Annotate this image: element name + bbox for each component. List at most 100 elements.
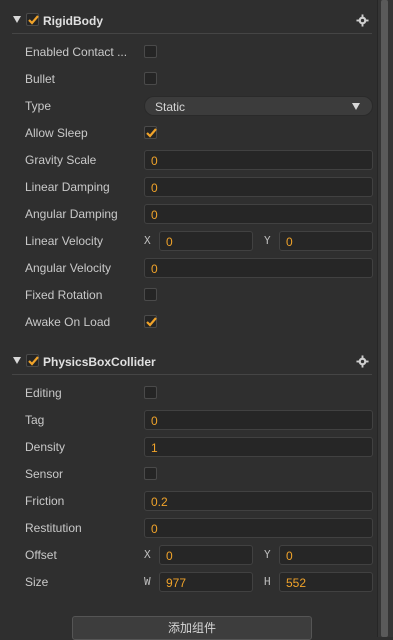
field-value: 0 <box>166 235 173 249</box>
prop-label: Fixed Rotation <box>25 288 103 302</box>
offset-x-input[interactable]: 0 <box>159 545 253 565</box>
allow-sleep-checkbox[interactable] <box>144 126 157 139</box>
prop-density: Density 1 <box>0 436 377 458</box>
angular-velocity-input[interactable]: 0 <box>144 258 373 278</box>
gravity-scale-input[interactable]: 0 <box>144 150 373 170</box>
prop-label: Allow Sleep <box>25 126 88 140</box>
field-value: 0.2 <box>151 495 168 509</box>
prop-label: Angular Velocity <box>25 261 112 275</box>
x-axis-label: X <box>144 548 151 561</box>
rigidbody-enabled-checkbox[interactable] <box>26 13 39 26</box>
inspector-panel: RigidBody Enabled Contact ... Bullet Typ… <box>0 0 377 640</box>
density-input[interactable]: 1 <box>144 437 373 457</box>
prop-label: Enabled Contact ... <box>25 45 128 59</box>
bullet-checkbox[interactable] <box>144 72 157 85</box>
prop-label: Linear Damping <box>25 180 110 194</box>
prop-awake-on-load: Awake On Load <box>0 311 377 333</box>
scrollbar-thumb[interactable] <box>381 0 388 637</box>
prop-label: Linear Velocity <box>25 234 104 248</box>
prop-label: Offset <box>25 548 57 562</box>
linear-damping-input[interactable]: 0 <box>144 177 373 197</box>
prop-fixed-rotation: Fixed Rotation <box>0 284 377 306</box>
collapse-arrow-icon[interactable] <box>13 16 21 23</box>
prop-label: Size <box>25 575 49 589</box>
prop-gravity-scale: Gravity Scale 0 <box>0 149 377 171</box>
component-title: PhysicsBoxCollider <box>43 355 156 369</box>
chevron-down-icon <box>352 103 360 110</box>
enabled-contact-checkbox[interactable] <box>144 45 157 58</box>
linear-velocity-y-input[interactable]: 0 <box>279 231 373 251</box>
editing-checkbox[interactable] <box>144 386 157 399</box>
checkmark-icon <box>28 15 39 25</box>
prop-label: Bullet <box>25 72 56 86</box>
collider-header[interactable]: PhysicsBoxCollider <box>0 351 377 373</box>
field-value: 0 <box>166 549 173 563</box>
field-value: 552 <box>286 576 307 590</box>
divider <box>12 374 372 375</box>
prop-label: Density <box>25 440 66 454</box>
component-title: RigidBody <box>43 14 103 28</box>
prop-enabled-contact: Enabled Contact ... <box>0 41 377 63</box>
field-value: 977 <box>166 576 187 590</box>
field-value: 0 <box>151 181 158 195</box>
awake-on-load-checkbox[interactable] <box>144 315 157 328</box>
prop-restitution: Restitution 0 <box>0 517 377 539</box>
prop-label: Friction <box>25 494 65 508</box>
select-value: Static <box>155 100 186 114</box>
type-select[interactable]: Static <box>144 96 373 116</box>
add-component-button[interactable]: 添加组件 <box>72 616 312 640</box>
prop-label: Gravity Scale <box>25 153 97 167</box>
y-axis-label: Y <box>264 548 271 561</box>
prop-offset: Offset X 0 Y 0 <box>0 544 377 566</box>
offset-y-input[interactable]: 0 <box>279 545 373 565</box>
prop-bullet: Bullet <box>0 68 377 90</box>
field-value: 1 <box>151 441 158 455</box>
w-axis-label: W <box>144 575 151 588</box>
fixed-rotation-checkbox[interactable] <box>144 288 157 301</box>
x-axis-label: X <box>144 234 151 247</box>
field-value: 0 <box>151 208 158 222</box>
prop-label: Awake On Load <box>25 315 111 329</box>
prop-allow-sleep: Allow Sleep <box>0 122 377 144</box>
prop-label: Tag <box>25 413 45 427</box>
prop-label: Restitution <box>25 521 82 535</box>
prop-angular-velocity: Angular Velocity 0 <box>0 257 377 279</box>
prop-type: Type Static <box>0 95 377 117</box>
tag-input[interactable]: 0 <box>144 410 373 430</box>
gear-icon[interactable] <box>356 355 369 368</box>
h-axis-label: H <box>264 575 271 588</box>
field-value: 0 <box>151 414 158 428</box>
prop-linear-damping: Linear Damping 0 <box>0 176 377 198</box>
size-w-input[interactable]: 977 <box>159 572 253 592</box>
checkmark-icon <box>28 356 39 366</box>
field-value: 0 <box>286 235 293 249</box>
prop-friction: Friction 0.2 <box>0 490 377 512</box>
prop-angular-damping: Angular Damping 0 <box>0 203 377 225</box>
linear-velocity-x-input[interactable]: 0 <box>159 231 253 251</box>
rigidbody-header[interactable]: RigidBody <box>0 10 377 32</box>
scrollbar[interactable] <box>377 0 393 637</box>
prop-label: Angular Damping <box>25 207 118 221</box>
size-h-input[interactable]: 552 <box>279 572 373 592</box>
prop-editing: Editing <box>0 382 377 404</box>
y-axis-label: Y <box>264 234 271 247</box>
field-value: 0 <box>151 522 158 536</box>
gear-icon[interactable] <box>356 14 369 27</box>
collapse-arrow-icon[interactable] <box>13 357 21 364</box>
field-value: 0 <box>151 262 158 276</box>
field-value: 0 <box>151 154 158 168</box>
prop-sensor: Sensor <box>0 463 377 485</box>
friction-input[interactable]: 0.2 <box>144 491 373 511</box>
prop-label: Type <box>25 99 52 113</box>
prop-tag: Tag 0 <box>0 409 377 431</box>
sensor-checkbox[interactable] <box>144 467 157 480</box>
field-value: 0 <box>286 549 293 563</box>
collider-enabled-checkbox[interactable] <box>26 354 39 367</box>
prop-label: Sensor <box>25 467 64 481</box>
angular-damping-input[interactable]: 0 <box>144 204 373 224</box>
prop-size: Size W 977 H 552 <box>0 571 377 593</box>
prop-linear-velocity: Linear Velocity X 0 Y 0 <box>0 230 377 252</box>
prop-label: Editing <box>25 386 62 400</box>
restitution-input[interactable]: 0 <box>144 518 373 538</box>
divider <box>12 33 372 34</box>
